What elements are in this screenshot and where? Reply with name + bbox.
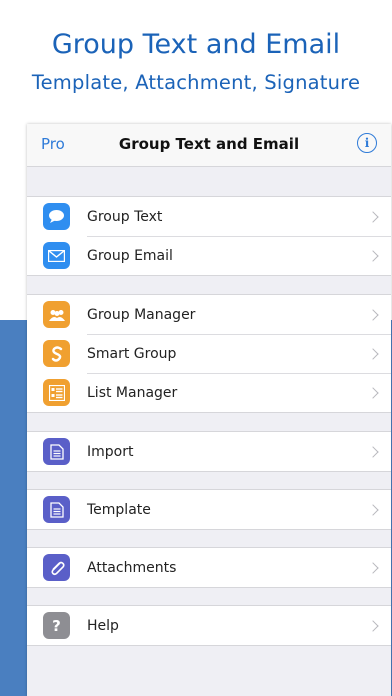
paperclip-icon xyxy=(43,554,70,581)
chevron-right-icon xyxy=(367,386,379,399)
promo-headline: Group Text and Email xyxy=(51,29,341,60)
chevron-right-icon xyxy=(367,561,379,574)
smart-s-icon xyxy=(43,340,70,367)
message-bubble-icon xyxy=(43,203,70,230)
list-icon xyxy=(43,379,70,406)
menu-item-label: Attachments xyxy=(87,559,177,576)
document-icon xyxy=(43,496,70,523)
navigation-bar: Pro Group Text and Email i xyxy=(27,124,391,167)
menu-item-template[interactable]: Template xyxy=(27,490,391,529)
menu-item-label: Import xyxy=(87,443,134,460)
menu-item-label: Group Text xyxy=(87,208,163,225)
menu-item-label: Help xyxy=(87,617,119,634)
info-icon[interactable]: i xyxy=(357,133,377,153)
menu-item-group-text[interactable]: Group Text xyxy=(27,197,391,236)
nav-title: Group Text and Email xyxy=(118,135,300,153)
menu-item-label: Group Email xyxy=(87,247,173,264)
document-icon xyxy=(43,438,70,465)
question-icon: ? xyxy=(43,612,70,639)
menu-item-label: Template xyxy=(87,501,151,518)
chevron-right-icon xyxy=(367,445,379,458)
menu-group-template: Template xyxy=(27,489,391,530)
menu-group-help: ? Help xyxy=(27,605,391,646)
menu-item-attachments[interactable]: Attachments xyxy=(27,548,391,587)
menu-item-help[interactable]: ? Help xyxy=(27,606,391,645)
menu-item-import[interactable]: Import xyxy=(27,432,391,471)
chevron-right-icon xyxy=(367,210,379,223)
menu-item-label: Smart Group xyxy=(87,345,177,362)
menu-item-smart-group[interactable]: Smart Group xyxy=(27,334,391,373)
people-icon xyxy=(43,301,70,328)
chevron-right-icon xyxy=(367,249,379,262)
menu-group-messaging: Group Text Group Email xyxy=(27,196,391,276)
chevron-right-icon xyxy=(367,503,379,516)
menu-item-label: List Manager xyxy=(87,384,178,401)
app-screen: Pro Group Text and Email i Group Text Gr… xyxy=(27,124,391,696)
envelope-icon xyxy=(43,242,70,269)
menu-group-management: Group Manager Smart Group List Manager xyxy=(27,294,391,413)
menu-item-list-manager[interactable]: List Manager xyxy=(27,373,391,412)
chevron-right-icon xyxy=(367,308,379,321)
menu-item-group-manager[interactable]: Group Manager xyxy=(27,295,391,334)
menu-item-label: Group Manager xyxy=(87,306,196,323)
chevron-right-icon xyxy=(367,619,379,632)
menu-item-group-email[interactable]: Group Email xyxy=(27,236,391,275)
menu-group-import: Import xyxy=(27,431,391,472)
menu-group-attachments: Attachments xyxy=(27,547,391,588)
promo-subheadline: Template, Attachment, Signature xyxy=(31,71,361,94)
chevron-right-icon xyxy=(367,347,379,360)
